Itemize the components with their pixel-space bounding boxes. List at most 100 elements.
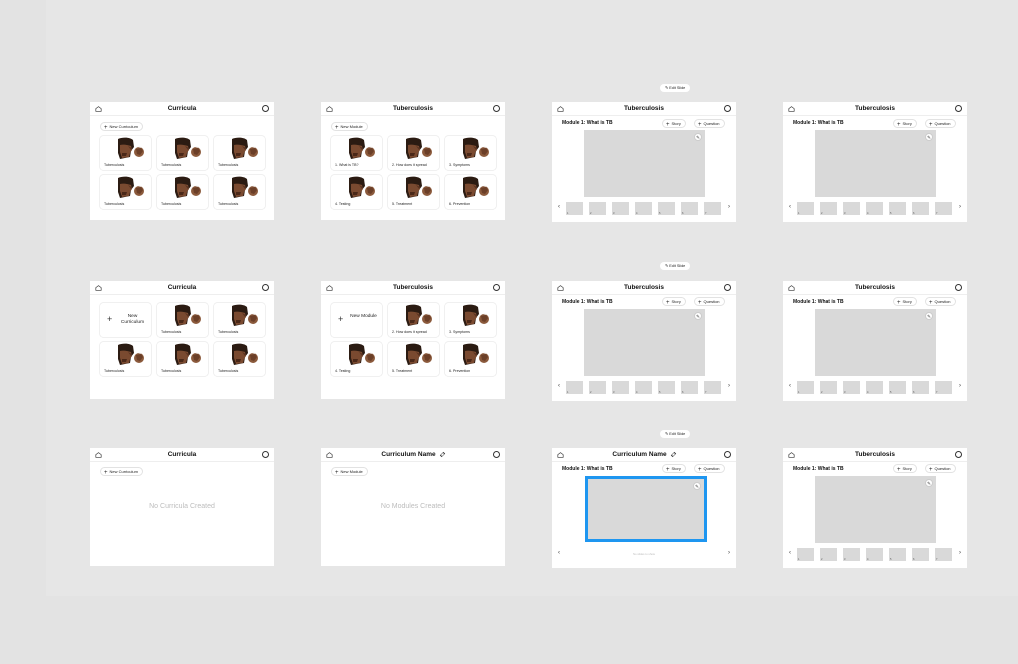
slide-preview[interactable]: ✎ xyxy=(815,130,936,197)
chevron-right-icon[interactable]: › xyxy=(959,383,961,389)
slide-thumbnail[interactable]: 6 xyxy=(912,548,929,561)
slide-thumbnail[interactable]: 1 xyxy=(566,202,583,215)
chevron-left-icon[interactable]: ‹ xyxy=(789,204,791,210)
slide-thumbnail[interactable]: 1 xyxy=(797,548,814,561)
user-icon[interactable] xyxy=(262,284,269,291)
module-card[interactable]: 1. What is TB? xyxy=(331,136,382,170)
user-icon[interactable] xyxy=(955,451,962,458)
slide-thumbnail[interactable]: 5 xyxy=(889,548,906,561)
slide-thumbnail[interactable]: 4 xyxy=(866,202,883,215)
slide-thumbnail[interactable]: 7 xyxy=(935,381,952,394)
slide-thumbnail[interactable]: 4 xyxy=(866,548,883,561)
slide-thumbnail[interactable]: 6 xyxy=(681,381,698,394)
slide-thumbnail[interactable]: 2 xyxy=(589,381,606,394)
add-story-button[interactable]: + Story xyxy=(662,119,686,128)
pencil-icon[interactable]: ✎ xyxy=(694,133,702,141)
module-card[interactable]: 5. Treatment xyxy=(388,342,439,376)
slide-thumbnail[interactable]: 4 xyxy=(635,381,652,394)
slide-thumbnail[interactable]: 7 xyxy=(935,202,952,215)
add-story-button[interactable]: + Story xyxy=(893,119,917,128)
add-question-button[interactable]: + Question xyxy=(694,297,725,306)
module-card[interactable]: Tuberculosis xyxy=(157,175,208,209)
slide-thumbnail[interactable]: 4 xyxy=(866,381,883,394)
new-curriculum-button[interactable]: + New Curriculum xyxy=(100,467,143,476)
slide-thumbnail[interactable]: 3 xyxy=(612,381,629,394)
slide-thumbnail[interactable]: 1 xyxy=(566,381,583,394)
add-story-button[interactable]: + Story xyxy=(662,297,686,306)
module-card[interactable]: Tuberculosis xyxy=(214,342,265,376)
chevron-right-icon[interactable]: › xyxy=(959,204,961,210)
slide-thumbnail[interactable]: 7 xyxy=(704,381,721,394)
slide-thumbnail[interactable]: 1 xyxy=(797,202,814,215)
module-card[interactable]: 5. Treatment xyxy=(388,175,439,209)
pencil-icon[interactable] xyxy=(670,451,676,457)
add-question-button[interactable]: + Question xyxy=(925,297,956,306)
module-card[interactable]: 4. Testing xyxy=(331,175,382,209)
chevron-left-icon[interactable]: ‹ xyxy=(558,383,560,389)
slide-thumbnail[interactable]: 3 xyxy=(843,381,860,394)
user-icon[interactable] xyxy=(262,451,269,458)
slide-preview[interactable]: ✎ xyxy=(584,130,705,197)
slide-thumbnail[interactable]: 5 xyxy=(889,202,906,215)
slide-thumbnail[interactable]: 6 xyxy=(912,202,929,215)
add-question-button[interactable]: + Question xyxy=(925,119,956,128)
pencil-icon[interactable]: ✎ xyxy=(925,479,933,487)
slide-preview[interactable]: ✎ xyxy=(584,309,705,376)
pencil-icon[interactable]: ✎ xyxy=(925,312,933,320)
selected-slide-preview[interactable]: ✎ xyxy=(585,476,707,542)
slide-preview[interactable]: ✎ xyxy=(815,309,936,376)
slide-thumbnail[interactable]: 4 xyxy=(635,202,652,215)
module-card[interactable]: 4. Testing xyxy=(331,342,382,376)
slide-thumbnail[interactable]: 7 xyxy=(935,548,952,561)
new-curriculum-button[interactable]: + New Curriculum xyxy=(100,122,143,131)
chevron-left-icon[interactable]: ‹ xyxy=(789,550,791,556)
user-icon[interactable] xyxy=(493,284,500,291)
module-card[interactable]: Tuberculosis xyxy=(214,303,265,337)
slide-thumbnail[interactable]: 5 xyxy=(658,202,675,215)
user-icon[interactable] xyxy=(262,105,269,112)
slide-thumbnail[interactable]: 2 xyxy=(589,202,606,215)
edit-slide-badge[interactable]: ✎ Edit Slide xyxy=(660,262,691,270)
module-card[interactable]: Tuberculosis xyxy=(100,342,151,376)
slide-thumbnail[interactable]: 3 xyxy=(612,202,629,215)
chevron-right-icon[interactable]: › xyxy=(728,204,730,210)
module-card[interactable]: 2. How does it spread xyxy=(388,136,439,170)
new-item-card[interactable]: + New Curriculum xyxy=(100,303,151,337)
module-card[interactable]: 2. How does it spread xyxy=(388,303,439,337)
module-card[interactable]: Tuberculosis xyxy=(100,175,151,209)
slide-thumbnail[interactable]: 1 xyxy=(797,381,814,394)
user-icon[interactable] xyxy=(955,105,962,112)
module-card[interactable]: Tuberculosis xyxy=(157,136,208,170)
chevron-left-icon[interactable]: ‹ xyxy=(789,383,791,389)
pencil-icon[interactable]: ✎ xyxy=(925,133,933,141)
add-story-button[interactable]: + Story xyxy=(893,464,917,473)
module-card[interactable]: Tuberculosis xyxy=(157,303,208,337)
slide-thumbnail[interactable]: 5 xyxy=(658,381,675,394)
slide-thumbnail[interactable]: 7 xyxy=(704,202,721,215)
user-icon[interactable] xyxy=(493,105,500,112)
slide-thumbnail[interactable]: 2 xyxy=(820,202,837,215)
module-card[interactable]: 3. Symptoms xyxy=(445,136,496,170)
slide-preview[interactable]: ✎ xyxy=(815,476,936,543)
module-card[interactable]: Tuberculosis xyxy=(100,136,151,170)
edit-slide-badge[interactable]: ✎ Edit Slide xyxy=(660,84,691,92)
chevron-right-icon[interactable]: › xyxy=(728,383,730,389)
user-icon[interactable] xyxy=(955,284,962,291)
module-card[interactable]: 3. Symptoms xyxy=(445,303,496,337)
chevron-right-icon[interactable]: › xyxy=(959,550,961,556)
slide-thumbnail[interactable]: 2 xyxy=(820,548,837,561)
slide-thumbnail[interactable]: 5 xyxy=(889,381,906,394)
add-question-button[interactable]: + Question xyxy=(694,119,725,128)
chevron-right-icon[interactable]: › xyxy=(728,550,730,556)
pencil-icon[interactable] xyxy=(439,451,445,457)
add-story-button[interactable]: + Story xyxy=(893,297,917,306)
add-question-button[interactable]: + Question xyxy=(925,464,956,473)
slide-thumbnail[interactable]: 6 xyxy=(681,202,698,215)
slide-thumbnail[interactable]: 3 xyxy=(843,548,860,561)
slide-thumbnail[interactable]: 3 xyxy=(843,202,860,215)
slide-thumbnail[interactable]: 6 xyxy=(912,381,929,394)
add-question-button[interactable]: + Question xyxy=(694,464,725,473)
module-card[interactable]: 6. Prevention xyxy=(445,175,496,209)
new-module-button[interactable]: + New Module xyxy=(331,122,368,131)
slide-thumbnail[interactable]: 2 xyxy=(820,381,837,394)
